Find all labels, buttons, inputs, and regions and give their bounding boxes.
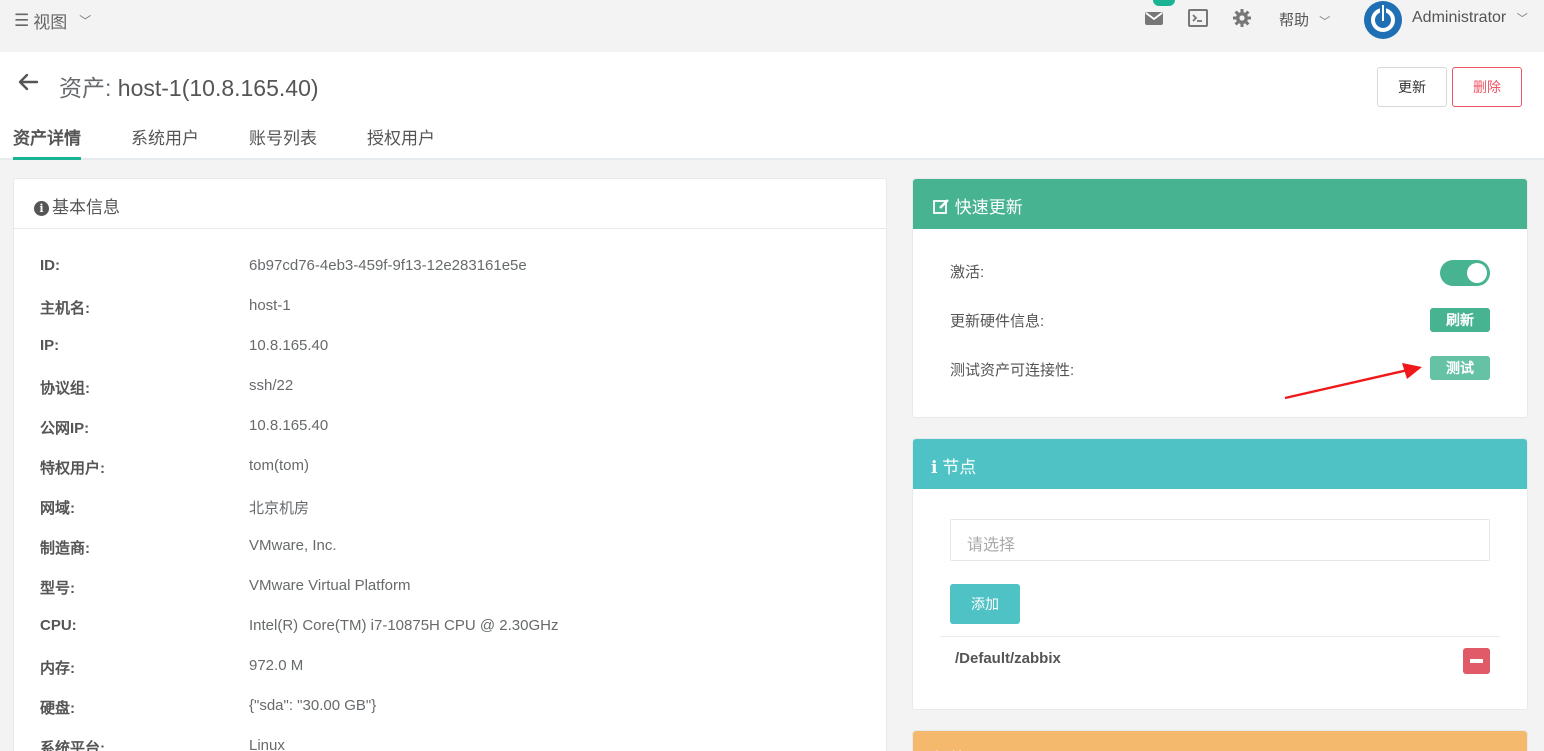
test-button[interactable]: 测试 xyxy=(1430,356,1490,380)
info-row: 内存: 972.0 M xyxy=(40,657,558,697)
info-label: 网域: xyxy=(40,500,75,517)
info-value: 10.8.165.40 xyxy=(249,417,329,434)
info-label: 制造商: xyxy=(40,540,90,557)
user-name: Administrator xyxy=(1412,9,1507,26)
delete-button[interactable]: 删除 xyxy=(1452,67,1522,107)
info-row: 公网IP: 10.8.165.40 xyxy=(40,417,558,457)
notification-badge xyxy=(1153,0,1175,6)
info-row: ID: 6b97cd76-4eb3-459f-9f13-12e283161e5e xyxy=(40,257,558,297)
page-title-prefix: 资产: xyxy=(59,75,112,101)
info-value: VMware, Inc. xyxy=(249,537,337,554)
info-value: tom(tom) xyxy=(249,457,309,474)
active-label: 激活: xyxy=(950,264,985,281)
info-value: {"sda": "30.00 GB"} xyxy=(249,697,377,714)
remove-node-button[interactable] xyxy=(1463,648,1490,674)
chevron-down-icon: ﹀ xyxy=(1516,13,1528,25)
info-label: 内存: xyxy=(40,660,75,677)
info-label: ID: xyxy=(40,257,60,274)
info-row: 网域: 北京机房 xyxy=(40,497,558,537)
quick-update-panel: 快速更新 激活: 更新硬件信息: 刷新 测试资产可连接性: 测试 xyxy=(912,178,1528,418)
info-value: Linux xyxy=(249,737,285,751)
page-title: 资产: host-1(10.8.165.40) xyxy=(59,69,319,103)
label-panel: 标签 xyxy=(912,730,1528,751)
mail-icon[interactable] xyxy=(1144,8,1164,28)
info-row: 硬盘: {"sda": "30.00 GB"} xyxy=(40,697,558,737)
info-table: ID: 6b97cd76-4eb3-459f-9f13-12e283161e5e 主… xyxy=(40,257,558,751)
info-icon: i xyxy=(931,458,938,478)
chevron-down-icon: ﹀ xyxy=(1319,16,1331,28)
info-value: host-1 xyxy=(249,297,291,314)
node-item: /Default/zabbix xyxy=(955,650,1061,667)
annotation-arrow xyxy=(1284,363,1422,400)
info-label: CPU: xyxy=(40,617,77,634)
help-label: 帮助 xyxy=(1279,12,1310,29)
info-row: CPU: Intel(R) Core(TM) i7-10875H CPU @ 2.… xyxy=(40,617,558,657)
info-row: 主机名: host-1 xyxy=(40,297,558,337)
refresh-button[interactable]: 刷新 xyxy=(1430,308,1490,332)
node-title: i 节点 xyxy=(913,439,1527,489)
node-select[interactable]: 请选择 xyxy=(950,519,1490,561)
user-menu[interactable]: Administrator ﹀ xyxy=(1412,9,1528,27)
info-value: ssh/22 xyxy=(249,377,294,394)
info-circle-icon: i xyxy=(34,201,49,216)
basic-info-title: i 基本信息 xyxy=(14,179,886,229)
avatar[interactable] xyxy=(1364,1,1402,39)
info-row: 系统平台: Linux xyxy=(40,737,558,751)
info-label: 协议组: xyxy=(40,380,90,397)
back-arrow-icon[interactable] xyxy=(17,71,39,93)
basic-info-panel: i 基本信息 ID: 6b97cd76-4eb3-459f-9f13-12e2831… xyxy=(13,178,887,751)
terminal-icon[interactable] xyxy=(1188,8,1208,28)
view-menu[interactable]: ☰ 视图 ﹀ xyxy=(14,8,91,33)
quick-update-title: 快速更新 xyxy=(913,179,1527,229)
divider xyxy=(940,636,1500,637)
edit-icon xyxy=(933,199,949,214)
add-node-button[interactable]: 添加 xyxy=(950,584,1020,624)
hamburger-icon: ☰ xyxy=(14,10,30,30)
info-label: 主机名: xyxy=(40,300,90,317)
info-row: 型号: VMware Virtual Platform xyxy=(40,577,558,617)
tab-asset-detail[interactable]: 资产详情 xyxy=(13,124,81,160)
info-row: IP: 10.8.165.40 xyxy=(40,337,558,377)
node-panel: i 节点 请选择 添加 /Default/zabbix xyxy=(912,438,1528,710)
test-connectivity-label: 测试资产可连接性: xyxy=(950,362,1075,379)
gear-icon[interactable] xyxy=(1232,8,1252,28)
tab-bar: 资产详情 系统用户 账号列表 授权用户 xyxy=(13,124,485,160)
info-value: 北京机房 xyxy=(249,500,310,517)
info-row: 协议组: ssh/22 xyxy=(40,377,558,417)
page-header: 资产: host-1(10.8.165.40) 更新 删除 资产详情 系统用户 … xyxy=(0,52,1544,160)
info-value: VMware Virtual Platform xyxy=(249,577,411,594)
top-navbar: ☰ 视图 ﹀ 帮助 ﹀ Administrator ﹀ xyxy=(0,0,1544,52)
active-toggle[interactable] xyxy=(1440,260,1490,286)
info-value: 6b97cd76-4eb3-459f-9f13-12e283161e5e xyxy=(249,257,527,274)
label-title: 标签 xyxy=(913,731,1527,751)
minus-icon xyxy=(1470,659,1483,663)
refresh-hardware-label: 更新硬件信息: xyxy=(950,313,1045,330)
info-label: 系统平台: xyxy=(40,740,105,751)
info-row: 特权用户: tom(tom) xyxy=(40,457,558,497)
tab-account-list[interactable]: 账号列表 xyxy=(249,124,317,160)
tab-system-users[interactable]: 系统用户 xyxy=(131,124,199,160)
help-menu[interactable]: 帮助 ﹀ xyxy=(1279,9,1330,30)
info-label: 硬盘: xyxy=(40,700,75,717)
info-value: 10.8.165.40 xyxy=(249,337,329,354)
info-label: IP: xyxy=(40,337,60,354)
info-label: 公网IP: xyxy=(40,420,90,437)
chevron-down-icon: ﹀ xyxy=(79,14,92,28)
info-value: Intel(R) Core(TM) i7-10875H CPU @ 2.30GH… xyxy=(249,617,559,634)
page-title-host: host-1(10.8.165.40) xyxy=(117,75,319,101)
info-value: 972.0 M xyxy=(249,657,304,674)
tab-authorized-users[interactable]: 授权用户 xyxy=(367,124,435,160)
view-menu-label: 视图 xyxy=(33,13,68,32)
info-label: 型号: xyxy=(40,580,75,597)
update-button[interactable]: 更新 xyxy=(1377,67,1447,107)
info-row: 制造商: VMware, Inc. xyxy=(40,537,558,577)
info-label: 特权用户: xyxy=(40,460,105,477)
